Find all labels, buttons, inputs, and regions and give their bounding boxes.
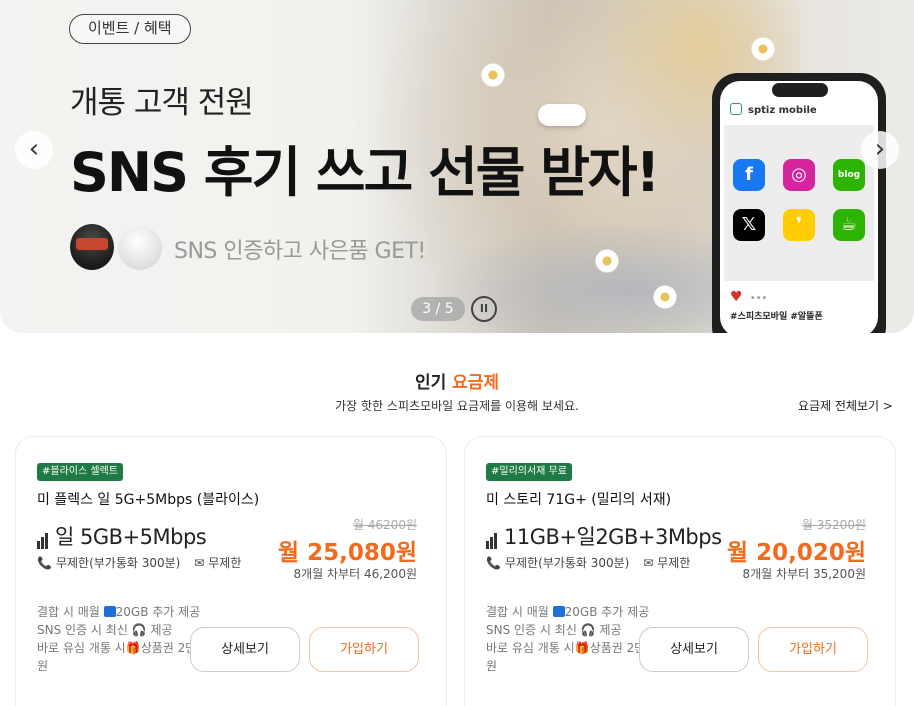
phone-hashtags: #스피츠모바일 #알뜰폰 <box>730 312 823 322</box>
daisy-image <box>594 248 620 274</box>
more-dots-icon: ••• <box>749 293 768 304</box>
banner-subtitle: 개통 고객 전원 <box>70 85 254 121</box>
white-earbud-case <box>118 226 162 270</box>
heart-icon: ♥ <box>730 289 743 305</box>
benefit-text: SNS 인증 시 최신 <box>37 623 132 637</box>
price-after-promo: 8개월 차부터 35,200원 <box>742 567 867 581</box>
benefit-text: 20GB 추가 제공 <box>115 605 201 619</box>
phone-icon: 📞 <box>37 556 52 570</box>
plan-detail-button[interactable]: 상세보기 <box>639 627 749 672</box>
discount-price: 월 20,020원 <box>726 540 866 566</box>
title-plain: 인기 <box>414 373 453 393</box>
benefit-text: 20GB 추가 제공 <box>564 605 650 619</box>
plan-benefits: 결합 시 매월 20GB 추가 제공 SNS 인증 시 최신 🎧 제공 바로 유… <box>37 603 202 675</box>
daisy-image <box>480 62 506 88</box>
original-price: 월 35200원 <box>801 518 866 532</box>
sptiz-logo-icon <box>730 103 742 115</box>
sns-app-grid: f ◎ blog 𝕏 ❜ ☕ <box>724 125 874 281</box>
black-earbud-case <box>70 224 114 270</box>
mail-icon: ✉ <box>643 556 654 570</box>
gift-icon: 🎁 <box>125 641 141 655</box>
plan-card: #블라이스 셀렉트 미 플렉스 일 5G+5Mbps (블라이스) 일 5GB+… <box>15 436 447 706</box>
plan-data-amount: 일 5GB+5Mbps <box>55 525 207 549</box>
phone-post-meta: ♥ ••• <box>730 289 767 305</box>
plan-sms: 무제한 <box>208 556 242 570</box>
plan-badge: #밀리의서재 무료 <box>486 463 572 481</box>
phone-app-header: sptiz mobile <box>730 103 817 116</box>
mail-icon: ✉ <box>194 556 205 570</box>
daisy-image <box>750 36 776 62</box>
plan-calls: 무제한(부가통화 300분) <box>55 556 181 570</box>
price-after-promo: 8개월 차부터 46,200원 <box>293 567 418 581</box>
data-icon <box>103 606 116 617</box>
daisy-image <box>652 284 678 310</box>
data-icon <box>552 606 565 617</box>
plan-join-button[interactable]: 가입하기 <box>309 627 419 672</box>
plan-sms: 무제한 <box>657 556 691 570</box>
event-category-tag: 이벤트 / 혜택 <box>69 14 191 44</box>
view-all-plans-link[interactable]: 요금제 전체보기 > <box>798 397 893 414</box>
plan-join-button[interactable]: 가입하기 <box>758 627 868 672</box>
headphones-icon: 🎧 <box>131 623 147 637</box>
popular-plans-description: 가장 핫한 스피츠모바일 요금제를 이용해 보세요. <box>335 399 579 413</box>
signal-icon <box>37 525 49 549</box>
blog-icon: blog <box>833 159 865 191</box>
signal-icon <box>486 525 498 549</box>
plan-name: 미 스토리 71G+ (밀리의 서재) <box>486 492 672 508</box>
benefit-text: 바로 유심 개통 시 <box>486 641 575 655</box>
plan-features: 📞 무제한(부가통화 300분) ✉ 무제한 <box>486 554 690 571</box>
pause-button[interactable]: II <box>471 296 497 322</box>
plan-data: 11GB+일2GB+3Mbps <box>486 521 722 551</box>
prev-slide-button[interactable]: ‹ <box>15 131 53 169</box>
phone-notch <box>772 83 828 97</box>
phone-mockup: sptiz mobile f ◎ blog 𝕏 ❜ ☕ ♥ ••• #스피츠모바일 #알뜰… <box>712 73 886 333</box>
earbud-image <box>538 104 586 126</box>
benefit-text: SNS 인증 시 최신 <box>486 623 581 637</box>
popular-plans-title: 인기 요금제 <box>0 368 914 393</box>
plan-benefits: 결합 시 매월 20GB 추가 제공 SNS 인증 시 최신 🎧 제공 바로 유… <box>486 603 651 675</box>
phone-screen: sptiz mobile f ◎ blog 𝕏 ❜ ☕ ♥ ••• #스피츠모바일 #알뜰… <box>720 81 878 333</box>
gift-icon: 🎁 <box>574 641 590 655</box>
plan-features: 📞 무제한(부가통화 300분) ✉ 무제한 <box>37 554 241 571</box>
instagram-icon: ◎ <box>783 159 815 191</box>
discount-price: 월 25,080원 <box>277 540 417 566</box>
benefit-text: 제공 <box>146 623 173 637</box>
plan-name: 미 플렉스 일 5G+5Mbps (블라이스) <box>37 492 260 508</box>
phone-icon: 📞 <box>486 556 501 570</box>
benefit-text: 제공 <box>595 623 622 637</box>
phone-brand-name: sptiz mobile <box>748 105 817 116</box>
x-icon: 𝕏 <box>733 209 765 241</box>
plan-badge: #블라이스 셀렉트 <box>37 463 123 481</box>
facebook-icon: f <box>733 159 765 191</box>
plan-detail-button[interactable]: 상세보기 <box>190 627 300 672</box>
slide-pager: 3 / 5 <box>411 297 465 321</box>
banner-title: SNS 후기 쓰고 선물 받자! <box>70 141 660 204</box>
plan-data-amount: 11GB+일2GB+3Mbps <box>504 525 722 549</box>
plan-card: #밀리의서재 무료 미 스토리 71G+ (밀리의 서재) 11GB+일2GB+… <box>464 436 896 706</box>
kakaostory-icon: ❜ <box>783 209 815 241</box>
next-slide-button[interactable]: › <box>861 131 899 169</box>
event-banner[interactable]: 이벤트 / 혜택 개통 고객 전원 SNS 후기 쓰고 선물 받자! SNS 인… <box>0 0 914 333</box>
cafe-icon: ☕ <box>833 209 865 241</box>
original-price: 월 46200원 <box>352 518 417 532</box>
banner-promo-text: SNS 인증하고 사은품 GET! <box>174 239 426 264</box>
plan-data: 일 5GB+5Mbps <box>37 521 207 551</box>
headphones-icon: 🎧 <box>580 623 596 637</box>
plan-calls: 무제한(부가통화 300분) <box>504 556 630 570</box>
benefit-text: 바로 유심 개통 시 <box>37 641 126 655</box>
title-accent: 요금제 <box>452 373 500 393</box>
earbuds-product-image <box>70 224 162 272</box>
benefit-text: 결합 시 매월 <box>486 605 553 619</box>
benefit-text: 결합 시 매월 <box>37 605 104 619</box>
